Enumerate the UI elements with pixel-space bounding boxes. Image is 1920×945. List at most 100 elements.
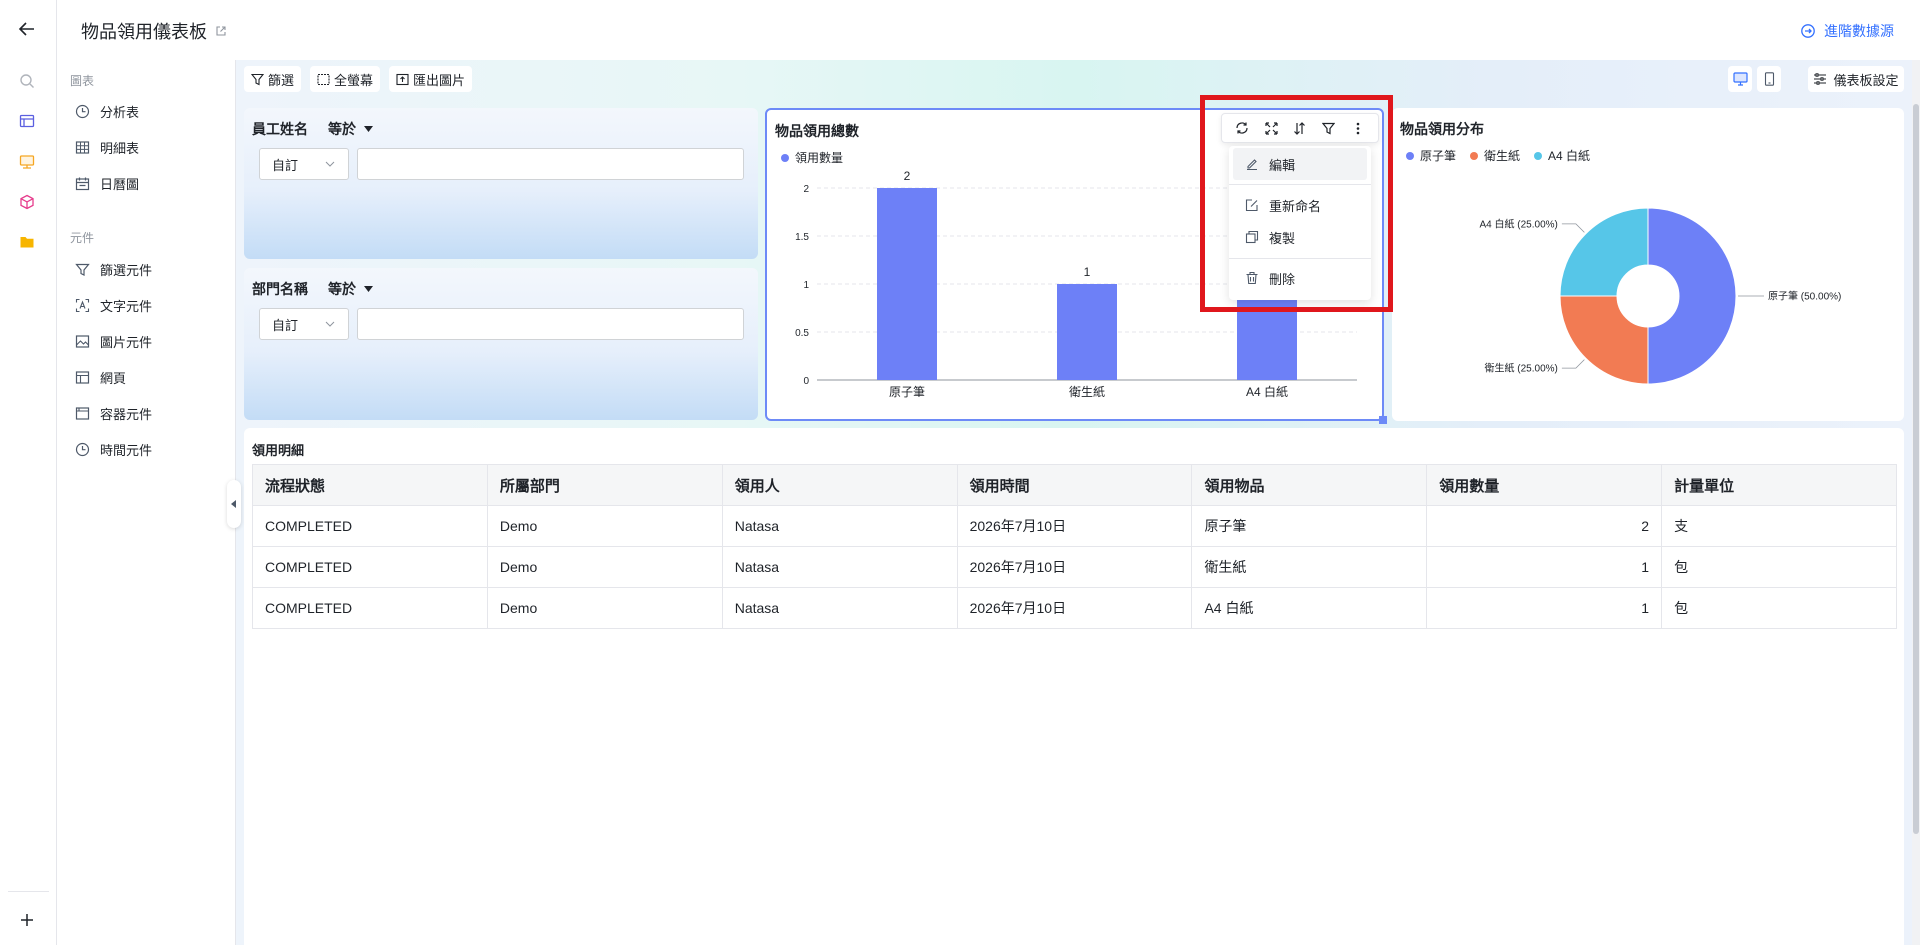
bar-data-label: 2: [904, 169, 911, 183]
mobile-view-button[interactable]: [1757, 66, 1781, 92]
filter-icon: [251, 73, 264, 85]
y-tick-label: 1: [803, 280, 809, 291]
pie-slice[interactable]: [1559, 295, 1649, 385]
operator-dropdown[interactable]: 等於: [328, 279, 373, 299]
container-icon: [75, 406, 90, 420]
dashboard-settings-button[interactable]: 儀表板設定: [1808, 66, 1904, 92]
sidebar-item-webpage[interactable]: 網頁: [75, 363, 126, 391]
mode-select[interactable]: 自訂: [259, 148, 349, 180]
filter-button[interactable]: 篩選: [244, 66, 302, 92]
menu-item-rename[interactable]: 重新命名: [1233, 189, 1367, 221]
menu-item-edit[interactable]: 編輯: [1233, 148, 1367, 180]
pie-slice[interactable]: [1647, 207, 1737, 385]
sort-icon[interactable]: [1289, 117, 1311, 139]
canvas-toolbar: 篩選 全螢幕 匯出圖片: [244, 66, 473, 92]
table-cell: 2: [1426, 505, 1663, 547]
advanced-datasource-link[interactable]: 進階數據源: [1800, 21, 1894, 41]
table-cell: 1: [1426, 587, 1663, 629]
pie-chart-card[interactable]: 物品領用分布 原子筆 衛生紙 A4 白紙 原子筆 (50.00%) 衛生紙 (25.0…: [1392, 108, 1904, 421]
chevron-down-icon: [325, 161, 335, 167]
sidebar-item-image-component[interactable]: 圖片元件: [75, 327, 152, 355]
chevron-left-icon: [231, 500, 236, 508]
table-cell: Demo: [486, 505, 723, 547]
chevron-down-icon: [325, 321, 335, 327]
components-section-label: 元件: [70, 231, 95, 245]
table-cell: 原子筆: [1191, 505, 1428, 547]
menu-divider: [1229, 258, 1371, 259]
filter-icon: [75, 263, 90, 276]
time-icon: [75, 442, 90, 456]
column-header[interactable]: 領用數量: [1426, 464, 1663, 506]
dataset-icon[interactable]: [15, 109, 39, 133]
filter-value-input[interactable]: [357, 148, 744, 180]
menu-item-copy[interactable]: 複製: [1233, 221, 1367, 253]
y-tick-label: 0.5: [795, 328, 809, 339]
column-header[interactable]: 領用人: [721, 464, 958, 506]
table-header-row: 流程狀態 所屬部門 領用人 領用時間 領用物品 領用數量 計量單位: [252, 464, 1897, 506]
menu-divider: [1229, 184, 1371, 185]
table-cell: A4 白紙: [1191, 587, 1428, 629]
column-header[interactable]: 領用物品: [1191, 464, 1428, 506]
sidebar-collapse-handle[interactable]: [227, 480, 241, 528]
x-tick-label: A4 白紙: [1246, 384, 1288, 399]
table-cell: 包: [1661, 546, 1897, 588]
sidebar-item-calendar[interactable]: 日曆圖: [75, 169, 139, 197]
sidebar-item-container-component[interactable]: 容器元件: [75, 399, 152, 427]
edit-icon: [1247, 159, 1257, 171]
operator-dropdown[interactable]: 等於: [328, 119, 373, 139]
caret-down-icon: [364, 286, 373, 292]
top-header: 物品領用儀表板 進階數據源: [57, 0, 1920, 60]
folder-icon[interactable]: [15, 230, 39, 254]
table-cell: Natasa: [721, 587, 958, 629]
table-cell: 包: [1661, 587, 1897, 629]
column-header[interactable]: 領用時間: [956, 464, 1193, 506]
table-cell: Natasa: [721, 505, 958, 547]
table-cell: Demo: [486, 546, 723, 588]
refresh-icon[interactable]: [1231, 117, 1253, 139]
fullscreen-button[interactable]: 全螢幕: [310, 66, 381, 92]
sidebar-item-time-component[interactable]: 時間元件: [75, 435, 152, 463]
y-tick-label: 2: [803, 184, 809, 195]
table-row[interactable]: COMPLETED Demo Natasa 2026年7月10日 原子筆 2 支: [252, 505, 1897, 547]
filter-icon[interactable]: [1318, 117, 1340, 139]
bar[interactable]: [877, 188, 937, 380]
sidebar-item-filter-component[interactable]: 篩選元件: [75, 255, 152, 283]
resize-handle[interactable]: [1379, 416, 1387, 424]
chart-context-menu: 編輯 重新命名 複製 刪除: [1229, 146, 1371, 300]
trash-icon: [1246, 271, 1258, 285]
sidebar-item-analysis-table[interactable]: 分析表: [75, 97, 139, 125]
page-title: 物品領用儀表板: [81, 18, 227, 44]
vertical-scrollbar[interactable]: [1912, 60, 1920, 945]
slice-label: 衛生紙 (25.00%): [1485, 362, 1558, 375]
back-arrow-icon[interactable]: [15, 17, 39, 41]
datasource-icon: [1801, 24, 1815, 38]
mode-select[interactable]: 自訂: [259, 308, 349, 340]
search-icon[interactable]: [15, 69, 39, 93]
fullscreen-icon: [317, 73, 330, 85]
external-link-icon[interactable]: [215, 25, 227, 37]
copy-icon: [1245, 230, 1259, 244]
column-header[interactable]: 計量單位: [1661, 464, 1897, 506]
calendar-icon: [75, 177, 90, 190]
export-image-button[interactable]: 匯出圖片: [389, 66, 473, 92]
desktop-icon: [1732, 72, 1748, 86]
table-row[interactable]: COMPLETED Demo Natasa 2026年7月10日 A4 白紙 1…: [252, 587, 1897, 629]
expand-icon[interactable]: [1260, 117, 1282, 139]
cube-icon[interactable]: [15, 190, 39, 214]
add-icon[interactable]: [15, 908, 39, 932]
desktop-view-button[interactable]: [1728, 66, 1752, 92]
scrollbar-thumb[interactable]: [1913, 104, 1919, 834]
sidebar-item-detail-table[interactable]: 明細表: [75, 133, 139, 161]
menu-item-delete[interactable]: 刪除: [1233, 262, 1367, 294]
column-header[interactable]: 所屬部門: [486, 464, 723, 506]
sidebar-item-text-component[interactable]: 文字元件: [75, 291, 152, 319]
more-vertical-icon[interactable]: [1347, 117, 1369, 139]
table-row[interactable]: COMPLETED Demo Natasa 2026年7月10日 衛生紙 1 包: [252, 546, 1897, 588]
bar[interactable]: [1057, 284, 1117, 380]
column-header[interactable]: 流程狀態: [252, 464, 488, 506]
mobile-icon: [1764, 72, 1774, 86]
pie-slice[interactable]: [1559, 207, 1649, 297]
dashboard-icon[interactable]: [15, 150, 39, 174]
filter-value-input[interactable]: [357, 308, 744, 340]
table-cell: COMPLETED: [252, 546, 488, 588]
